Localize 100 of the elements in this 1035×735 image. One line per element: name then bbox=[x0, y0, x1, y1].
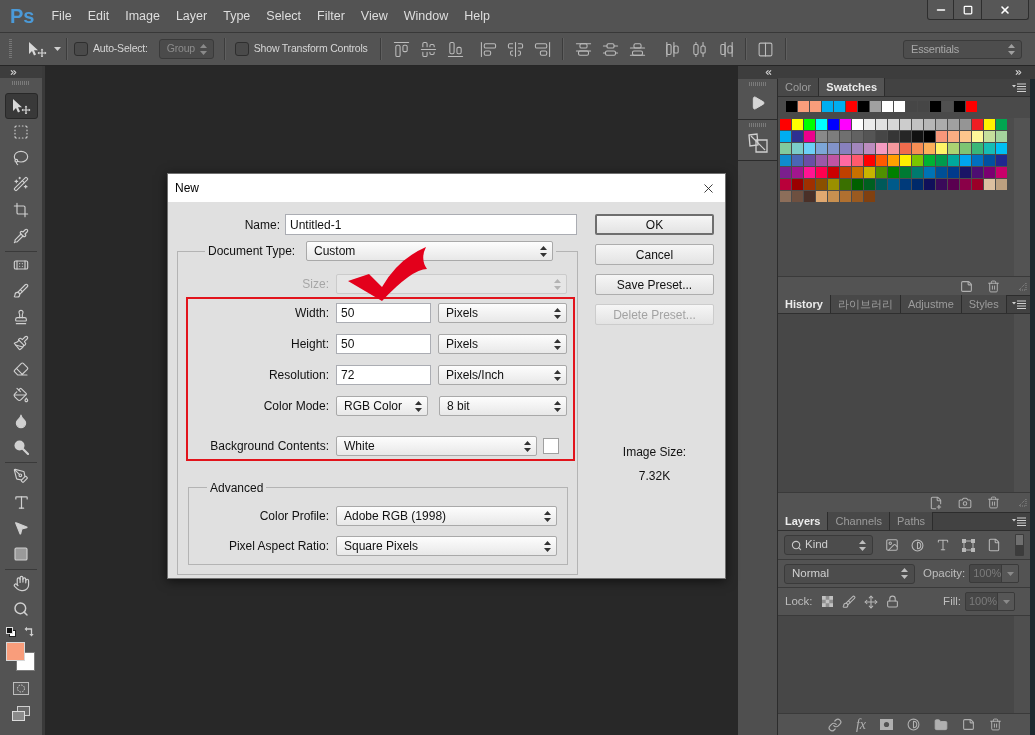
swatch-icon[interactable] bbox=[840, 155, 851, 166]
squares-icon[interactable] bbox=[747, 133, 768, 153]
swatch-icon[interactable] bbox=[804, 143, 815, 154]
distribute-right-icon[interactable] bbox=[717, 40, 735, 58]
swatch-icon[interactable] bbox=[804, 191, 815, 202]
swatch-icon[interactable] bbox=[882, 101, 893, 112]
swatch-icon[interactable] bbox=[924, 155, 935, 166]
swatch-icon[interactable] bbox=[924, 131, 935, 142]
swatch-icon[interactable] bbox=[888, 179, 899, 190]
panel-menu-icon[interactable] bbox=[1012, 300, 1026, 309]
swatch-icon[interactable] bbox=[864, 179, 875, 190]
page-icon[interactable] bbox=[960, 279, 973, 293]
caret-icon[interactable] bbox=[54, 47, 61, 51]
pointer-cross-icon[interactable] bbox=[27, 41, 47, 57]
swatch-icon[interactable] bbox=[828, 167, 839, 178]
lock-icon[interactable] bbox=[885, 595, 899, 608]
swatch-icon[interactable] bbox=[948, 143, 959, 154]
number-field[interactable]: 50 bbox=[336, 334, 431, 354]
swatch-icon[interactable] bbox=[792, 155, 803, 166]
link-icon[interactable] bbox=[827, 717, 842, 732]
tool-button[interactable] bbox=[4, 93, 38, 119]
swatch-icon[interactable] bbox=[912, 131, 923, 142]
swatch-icon[interactable] bbox=[972, 155, 983, 166]
trash-icon[interactable] bbox=[987, 279, 1000, 293]
menu-item[interactable]: File bbox=[43, 4, 80, 28]
swatch-icon[interactable] bbox=[942, 101, 953, 112]
swatch-icon[interactable] bbox=[984, 143, 995, 154]
page-icon[interactable] bbox=[962, 718, 975, 731]
distribute-center-icon[interactable] bbox=[690, 40, 708, 58]
swatch-icon[interactable] bbox=[936, 155, 947, 166]
menu-item[interactable]: Filter bbox=[309, 4, 353, 28]
swatch-icon[interactable] bbox=[864, 167, 875, 178]
quick-mask-icon[interactable] bbox=[13, 682, 29, 695]
double-chevron-icon[interactable] bbox=[1014, 68, 1023, 77]
swatch-icon[interactable] bbox=[780, 119, 791, 130]
scrollbar[interactable] bbox=[1014, 118, 1030, 276]
swatch-icon[interactable] bbox=[798, 101, 809, 112]
swatch-icon[interactable] bbox=[864, 119, 875, 130]
swatch-icon[interactable] bbox=[840, 131, 851, 142]
swap-arrows-icon[interactable] bbox=[24, 626, 35, 637]
swatch-icon[interactable] bbox=[996, 155, 1007, 166]
swatch-icon[interactable] bbox=[840, 119, 851, 130]
panel-tab[interactable]: Layers bbox=[778, 512, 829, 530]
swatch-icon[interactable] bbox=[804, 179, 815, 190]
menu-item[interactable]: Help bbox=[456, 4, 498, 28]
swatch-icon[interactable] bbox=[960, 155, 971, 166]
swatch-icon[interactable] bbox=[810, 101, 821, 112]
color-mode-select[interactable]: RGB Color bbox=[336, 396, 428, 416]
swatch-icon[interactable] bbox=[972, 143, 983, 154]
file-icon[interactable] bbox=[987, 538, 1001, 552]
swatch-icon[interactable] bbox=[966, 101, 977, 112]
swatch-icon[interactable] bbox=[792, 179, 803, 190]
auto-select-checkbox[interactable] bbox=[74, 42, 88, 56]
menu-item[interactable]: Image bbox=[117, 4, 168, 28]
distribute-bottom-icon[interactable] bbox=[628, 40, 646, 58]
number-field[interactable]: 50 bbox=[336, 303, 431, 323]
swatch-icon[interactable] bbox=[948, 131, 959, 142]
swatch-icon[interactable] bbox=[840, 191, 851, 202]
resize-grip-icon[interactable] bbox=[1018, 498, 1027, 507]
swatch-icon[interactable] bbox=[780, 155, 791, 166]
grip-icon[interactable] bbox=[748, 123, 767, 127]
swatch-icon[interactable] bbox=[828, 119, 839, 130]
swatch-icon[interactable] bbox=[912, 143, 923, 154]
swatch-icon[interactable] bbox=[852, 143, 863, 154]
swatch-icon[interactable] bbox=[852, 167, 863, 178]
distribute-top-icon[interactable] bbox=[574, 40, 592, 58]
swatch-icon[interactable] bbox=[864, 131, 875, 142]
swatch-icon[interactable] bbox=[996, 119, 1007, 130]
swatch-icon[interactable] bbox=[900, 167, 911, 178]
swatch-icon[interactable] bbox=[792, 119, 803, 130]
swatch-icon[interactable] bbox=[780, 143, 791, 154]
double-chevron-icon[interactable] bbox=[9, 67, 18, 77]
trash-icon[interactable] bbox=[987, 496, 1000, 509]
swatch-icon[interactable] bbox=[924, 179, 935, 190]
swatch-icon[interactable] bbox=[972, 179, 983, 190]
folder-icon[interactable] bbox=[934, 717, 948, 732]
color-swatch-icon[interactable] bbox=[543, 438, 559, 454]
brush-icon[interactable] bbox=[841, 594, 856, 609]
swatch-icon[interactable] bbox=[852, 119, 863, 130]
swatch-icon[interactable] bbox=[984, 119, 995, 130]
unit-select[interactable]: Pixels/Inch bbox=[438, 365, 567, 385]
swatch-icon[interactable] bbox=[846, 101, 857, 112]
swatch-icon[interactable] bbox=[912, 119, 923, 130]
align-center-icon[interactable] bbox=[506, 40, 524, 58]
swatch-icon[interactable] bbox=[780, 131, 791, 142]
minimize-button[interactable] bbox=[927, 0, 954, 20]
swatch-icon[interactable] bbox=[804, 155, 815, 166]
swatch-icon[interactable] bbox=[876, 167, 887, 178]
swatch-icon[interactable] bbox=[852, 191, 863, 202]
swatch-icon[interactable] bbox=[936, 119, 947, 130]
swatch-icon[interactable] bbox=[918, 101, 929, 112]
swatch-icon[interactable] bbox=[906, 101, 917, 112]
swatch-icon[interactable] bbox=[948, 179, 959, 190]
move-arrows-icon[interactable] bbox=[863, 594, 878, 609]
swatch-icon[interactable] bbox=[984, 155, 995, 166]
swatch-icon[interactable] bbox=[834, 101, 845, 112]
swatch-icon[interactable] bbox=[996, 131, 1007, 142]
option-select[interactable]: Adobe RGB (1998) bbox=[336, 506, 557, 526]
swatch-icon[interactable] bbox=[828, 143, 839, 154]
align-middle-icon[interactable] bbox=[419, 40, 437, 58]
